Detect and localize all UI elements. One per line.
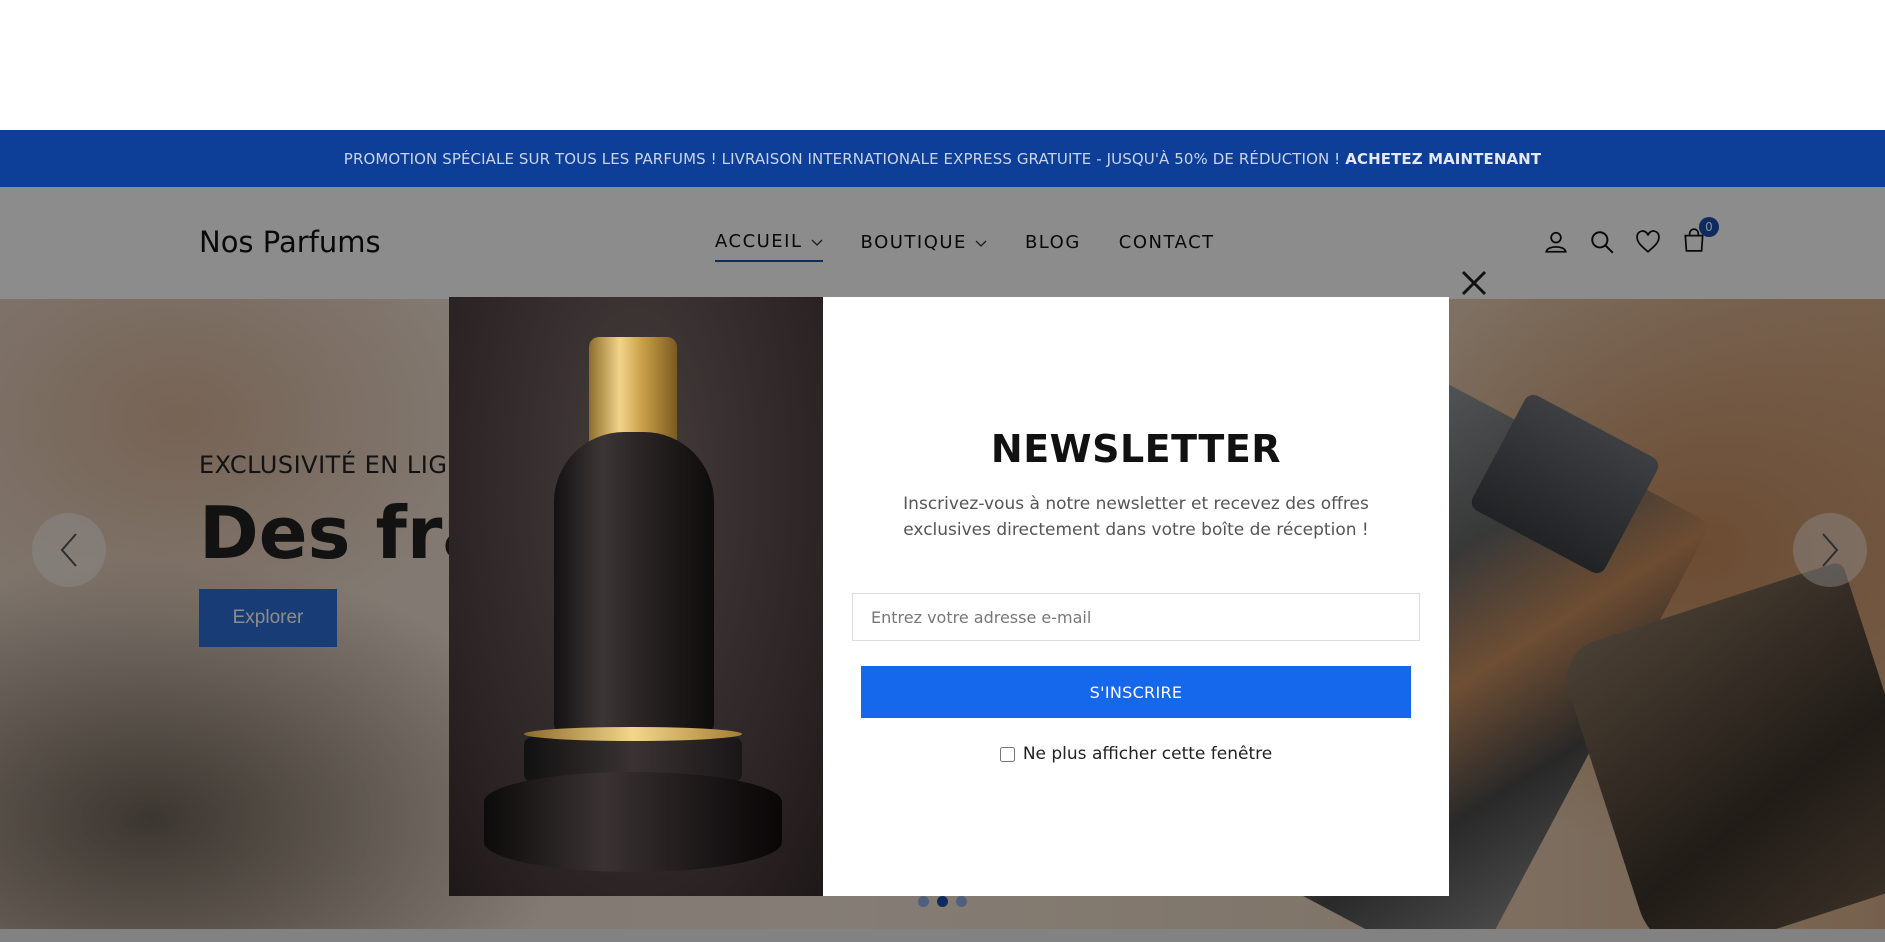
close-modal-button[interactable] — [1458, 267, 1490, 299]
promo-bar: PROMOTION SPÉCIALE SUR TOUS LES PARFUMS … — [0, 130, 1885, 187]
subscribe-button[interactable]: S'INSCRIRE — [861, 666, 1411, 718]
perfume-gold-ring — [524, 727, 742, 741]
close-icon — [1461, 270, 1487, 296]
dont-show-again-option[interactable]: Ne plus afficher cette fenêtre — [999, 744, 1273, 764]
perfume-cap — [589, 337, 677, 445]
promo-cta-link[interactable]: ACHETEZ MAINTENANT — [1345, 150, 1541, 168]
perfume-product-image — [449, 297, 823, 896]
newsletter-description: Inscrivez-vous à notre newsletter et rec… — [903, 494, 1369, 540]
newsletter-title: NEWSLETTER — [990, 427, 1282, 471]
perfume-pedestal-base — [484, 772, 782, 872]
perfume-body — [554, 432, 714, 732]
dont-show-again-checkbox[interactable] — [999, 746, 1015, 762]
newsletter-modal: NEWSLETTER Inscrivez-vous à notre newsle… — [449, 297, 1449, 896]
dont-show-again-label: Ne plus afficher cette fenêtre — [1022, 744, 1273, 764]
email-field[interactable] — [852, 593, 1420, 641]
top-blank-area — [0, 0, 1885, 130]
promo-text: PROMOTION SPÉCIALE SUR TOUS LES PARFUMS … — [343, 149, 1341, 168]
newsletter-content: NEWSLETTER Inscrivez-vous à notre newsle… — [823, 297, 1449, 896]
